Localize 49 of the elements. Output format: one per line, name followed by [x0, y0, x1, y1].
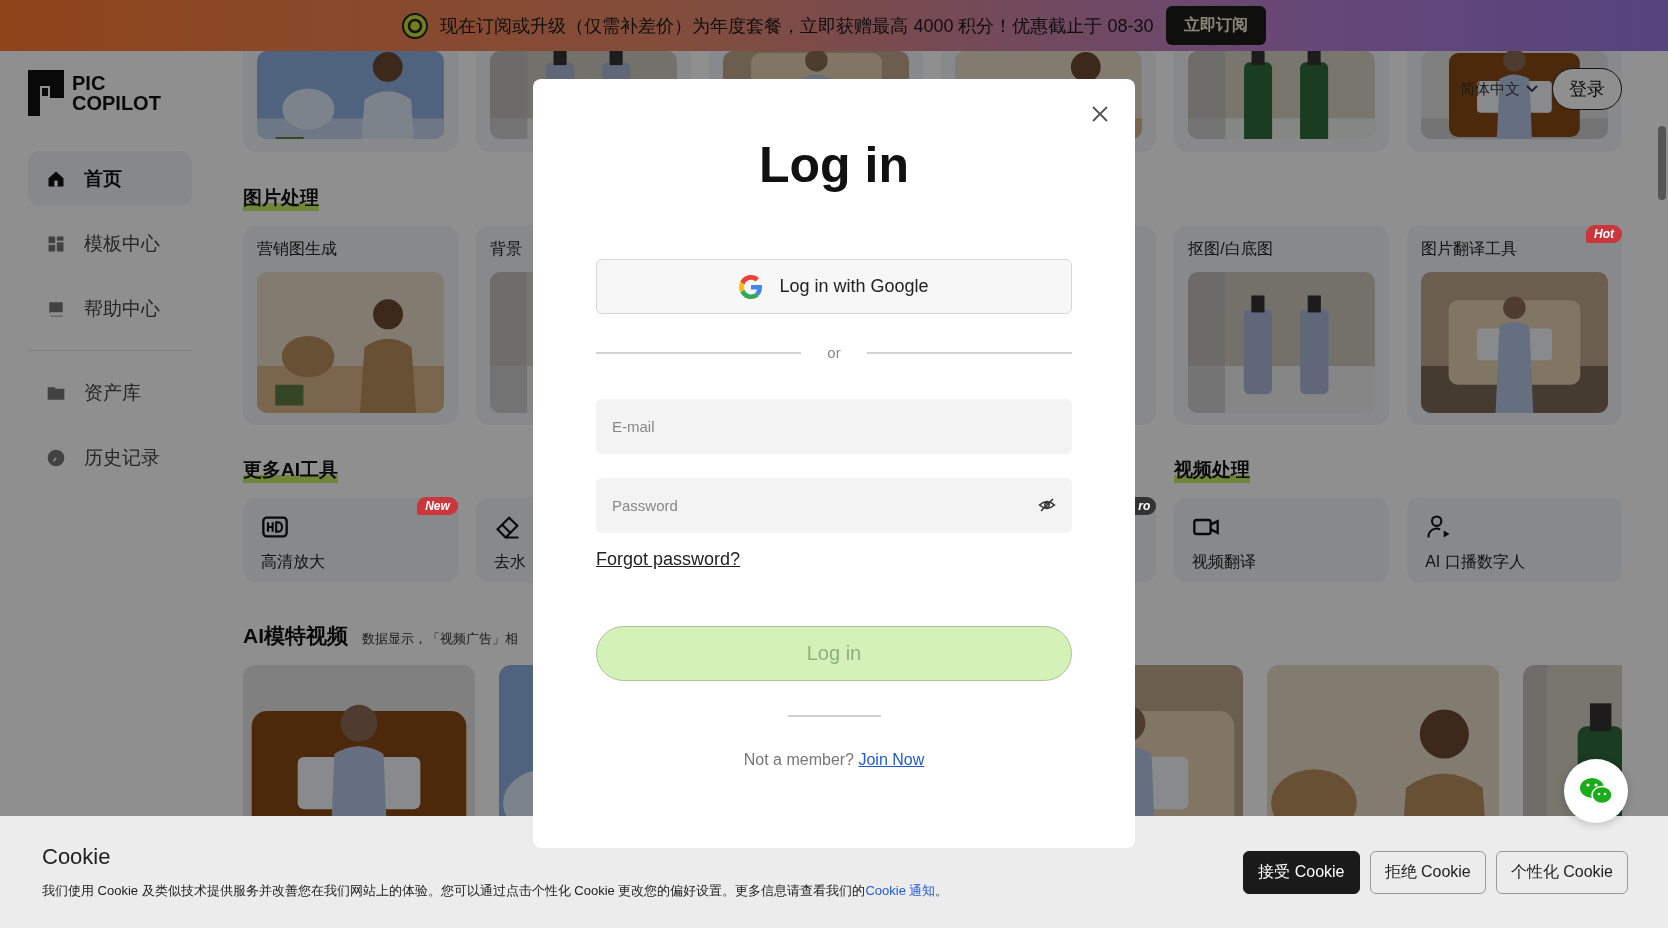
join-now-link[interactable]: Join Now — [858, 751, 925, 768]
sidebar-item[interactable]: 历史记录 — [28, 430, 192, 485]
subscribe-button[interactable]: 立即订阅 — [1165, 6, 1266, 45]
cookie-button[interactable]: 拒绝 Cookie — [1369, 850, 1486, 894]
or-divider-text: or — [827, 344, 841, 361]
tool-card[interactable]: 抠图/白底图 — [1174, 225, 1390, 425]
tool-card[interactable]: 视频翻译 — [1174, 497, 1390, 583]
card-title: 抠图/白底图 — [1188, 239, 1274, 259]
cookie-link[interactable]: Cookie 通知 — [865, 883, 936, 898]
section-subtitle: 数据显示，「视频广告」相 — [362, 630, 518, 648]
tool-card[interactable]: 图片翻译工具 Hot — [1407, 225, 1622, 425]
tool-label: 去水 — [493, 552, 526, 572]
logo-text: PIC COPILOT — [72, 73, 161, 113]
cookie-notice: 我们使用 Cookie 及类似技术提供服务并改善您在我们网站上的体验。您可以通过点击个性化 Cookie 更改您的偏好设置。更多信息请查看我们的Cookie 通知。 — [42, 882, 949, 900]
close-icon — [1091, 105, 1109, 123]
email-field[interactable]: E-mail — [596, 399, 1072, 454]
sidebar-item[interactable]: 模板中心 — [28, 216, 192, 271]
tool-label: AI 口播数字人 — [1425, 552, 1525, 572]
card-badge: Hot — [1586, 225, 1622, 243]
eye-off-icon[interactable] — [1038, 496, 1056, 514]
logo-icon — [28, 70, 64, 116]
cookie-button[interactable]: 个性化 Cookie — [1495, 850, 1628, 894]
tool-card[interactable]: 营销图生成 — [243, 225, 458, 425]
sidebar-item[interactable]: 资产库 — [28, 365, 192, 420]
card-title: 背景 — [489, 239, 523, 259]
card-title: 营销图生成 — [257, 239, 338, 259]
tool-card[interactable]: AI 口播数字人 — [1407, 497, 1622, 583]
signup-prompt: Not a member? Join Now — [742, 751, 926, 769]
sidebar-item[interactable]: 帮助中心 — [28, 281, 192, 336]
forgot-password-link[interactable]: Forgot password? — [596, 549, 741, 570]
tool-badge: New — [417, 497, 458, 515]
scrollbar[interactable] — [1658, 126, 1666, 200]
google-icon — [739, 274, 764, 299]
cookie-title: Cookie — [42, 844, 112, 870]
sidebar-item[interactable]: 首页 — [28, 151, 192, 206]
google-login-button[interactable]: Log in with Google — [596, 259, 1072, 314]
wechat-icon — [1578, 776, 1614, 806]
tool-label: 高清放大 — [261, 552, 325, 572]
clock-icon — [46, 447, 66, 468]
dialog-title: Log in — [758, 136, 910, 195]
section-heading: AI模特视频 — [243, 623, 348, 649]
tool-card[interactable]: 高清放大 New — [243, 497, 458, 583]
coin-icon — [402, 12, 429, 39]
promo-text: 现在订阅或升级（仅需补差价）为年度套餐，立即获赠最高 4000 积分！优惠截止于 08-30 — [440, 14, 1154, 38]
tool-label: 视频翻译 — [1192, 552, 1257, 572]
password-field[interactable]: Password — [596, 478, 1072, 533]
chevron-down-icon — [1526, 85, 1538, 93]
cookie-button[interactable]: 接受 Cookie — [1243, 850, 1360, 894]
card-title: 图片翻译工具 — [1421, 239, 1519, 259]
